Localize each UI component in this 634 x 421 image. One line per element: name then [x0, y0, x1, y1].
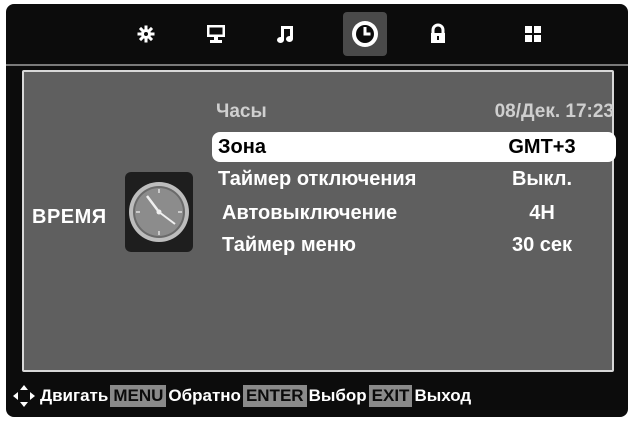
menu-item-label: Зона — [218, 136, 266, 158]
menu-item-label: Автовыключение — [222, 202, 398, 224]
gear-icon — [137, 25, 155, 43]
help-move-label: Двигать — [40, 386, 109, 405]
menu-key: MENU — [110, 385, 167, 407]
menu-item-zone[interactable]: Зона GMT+3 — [212, 132, 616, 162]
current-datetime: 08/Дек. 17:23 — [494, 101, 614, 122]
lock-icon — [431, 23, 445, 43]
tab-sound[interactable] — [264, 12, 308, 56]
clock-illustration — [125, 172, 193, 252]
menu-item-label: Таймер отключения — [218, 168, 417, 190]
monitor-icon — [207, 25, 225, 43]
menu-item-auto-off[interactable]: Автовыключение 4H — [212, 198, 616, 228]
tab-divider — [6, 64, 628, 66]
menu-item-label: Таймер меню — [222, 234, 356, 256]
help-exit-label: Выход — [414, 386, 472, 405]
menu-item-value: GMT+3 — [508, 136, 576, 158]
help-back-label: Обратно — [168, 386, 241, 405]
tab-lock[interactable] — [416, 12, 460, 56]
tv-screen: ВРЕМЯ Часы 08/Дек. 17:23 Зона GMT+3 Тайм… — [6, 4, 628, 417]
navigation-arrows-icon — [13, 385, 35, 407]
menu-item-sleep-timer[interactable]: Таймер отключения Выкл. — [212, 164, 616, 194]
enter-key: ENTER — [242, 385, 307, 407]
menu-item-value: Выкл. — [511, 168, 573, 190]
clock-heading: Часы — [216, 101, 267, 122]
exit-key: EXIT — [368, 385, 413, 407]
grid-icon — [525, 26, 541, 42]
music-note-icon — [277, 26, 293, 43]
tab-time[interactable] — [343, 12, 387, 56]
help-bar: Двигать MENU Обратно ENTER Выбор EXIT Вы… — [6, 376, 628, 416]
tab-settings[interactable] — [124, 12, 168, 56]
menu-item-menu-timer[interactable]: Таймер меню 30 сек — [212, 230, 616, 260]
tab-bar — [6, 4, 628, 66]
help-select-label: Выбор — [308, 386, 367, 405]
tab-setup[interactable] — [511, 12, 555, 56]
tab-picture[interactable] — [194, 12, 238, 56]
menu-item-value: 4H — [529, 202, 555, 224]
menu-item-value: 30 сек — [511, 234, 573, 256]
section-label: ВРЕМЯ — [32, 206, 107, 228]
clock-icon — [352, 21, 378, 47]
analog-clock-icon — [129, 182, 189, 242]
